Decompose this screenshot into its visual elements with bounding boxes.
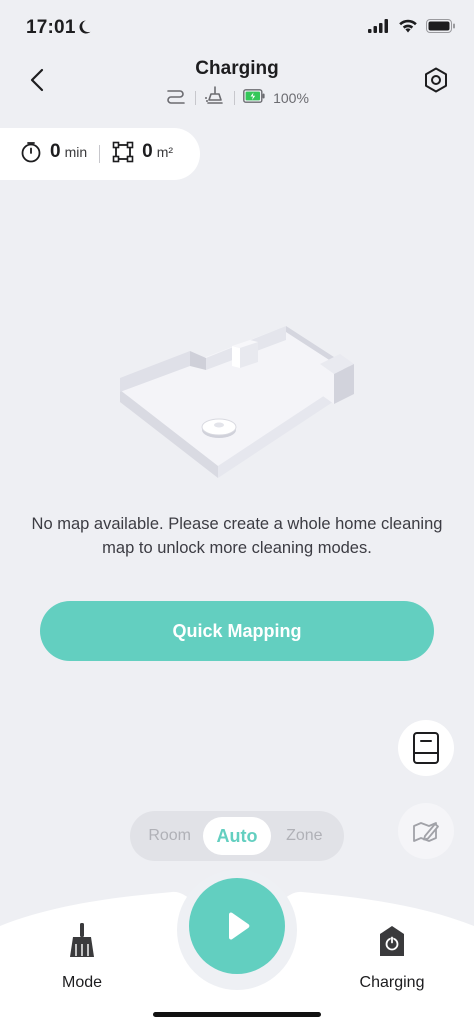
cellular-signal-icon bbox=[368, 19, 390, 38]
dock-charging-icon bbox=[380, 926, 404, 956]
empty-map-illustration bbox=[110, 318, 362, 480]
wifi-icon bbox=[398, 19, 418, 38]
nav-mode-label: Mode bbox=[61, 974, 103, 991]
battery-percentage: 100% bbox=[273, 89, 309, 106]
status-bar: 17:01 bbox=[0, 0, 474, 56]
start-cleaning-button[interactable] bbox=[189, 878, 285, 974]
area-icon bbox=[112, 141, 134, 168]
moon-icon bbox=[76, 19, 92, 40]
mode-option-zone[interactable]: Zone bbox=[271, 827, 338, 845]
cleaning-time-unit: min bbox=[64, 143, 88, 160]
home-indicator bbox=[153, 1012, 321, 1017]
divider bbox=[99, 145, 101, 163]
quick-mapping-button[interactable]: Quick Mapping bbox=[40, 601, 434, 661]
cleaning-area-value: 0 bbox=[142, 140, 153, 162]
cleaning-time-value: 0 bbox=[50, 140, 61, 162]
mode-option-auto[interactable]: Auto bbox=[203, 817, 271, 855]
nav-charging[interactable]: Charging bbox=[342, 922, 442, 992]
divider bbox=[234, 90, 236, 105]
settings-button[interactable] bbox=[420, 64, 452, 96]
timer-icon bbox=[20, 141, 42, 168]
mode-option-room[interactable]: Room bbox=[136, 827, 203, 845]
map-edit-button[interactable] bbox=[398, 803, 454, 859]
base-station-button[interactable] bbox=[398, 720, 454, 776]
status-time: 17:01 bbox=[26, 17, 76, 38]
cleaning-time-stat: 0 min bbox=[20, 141, 87, 168]
nav-mode[interactable]: Mode bbox=[32, 922, 132, 992]
page-title: Charging bbox=[195, 58, 279, 79]
no-map-message: No map available. Please create a whole … bbox=[31, 515, 443, 557]
mop-brush-icon bbox=[204, 86, 226, 109]
battery-charging-icon bbox=[243, 89, 265, 106]
cleaning-area-stat: 0 m² bbox=[112, 141, 173, 168]
gear-icon bbox=[425, 67, 447, 93]
suction-mode-icon bbox=[165, 87, 187, 108]
map-edit-icon bbox=[413, 822, 439, 842]
device-status-line: 100% bbox=[0, 86, 474, 109]
divider bbox=[195, 90, 197, 105]
header: Charging 100% bbox=[0, 56, 474, 116]
cleaning-mode-switch: Room Auto Zone bbox=[130, 811, 344, 861]
cleaning-area-unit: m² bbox=[156, 143, 174, 160]
nav-charging-label: Charging bbox=[359, 974, 425, 991]
play-icon bbox=[229, 912, 250, 940]
battery-status-icon bbox=[426, 19, 456, 38]
base-station-icon bbox=[413, 732, 439, 764]
broom-icon bbox=[70, 923, 94, 957]
cleaning-stats: 0 min 0 m² bbox=[0, 128, 200, 180]
